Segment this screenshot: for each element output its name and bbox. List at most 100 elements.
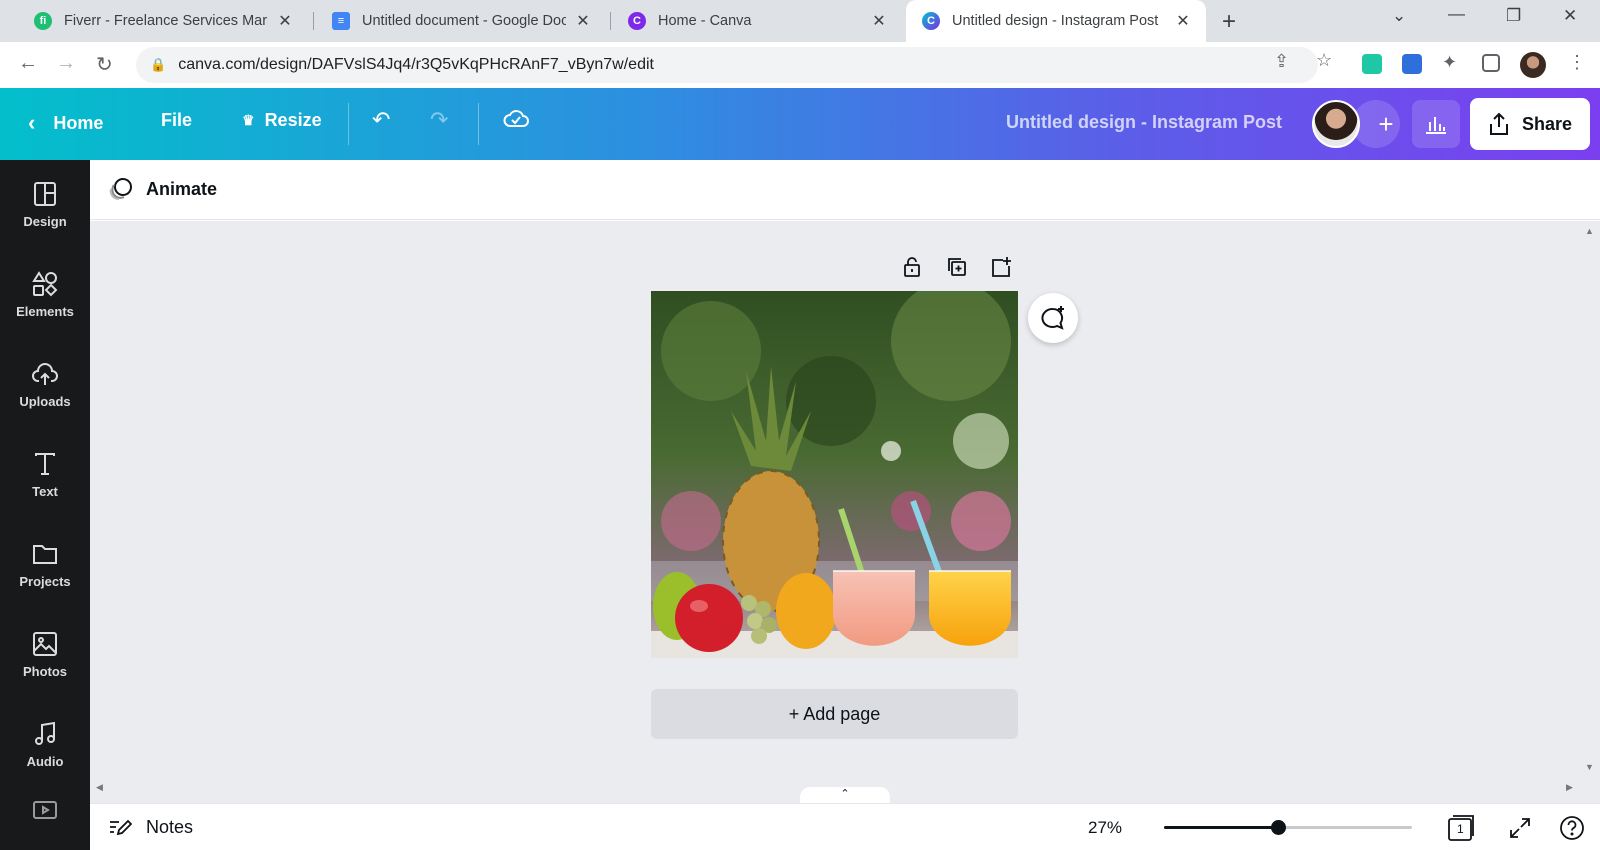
add-page-button[interactable]: + Add page xyxy=(651,689,1018,739)
shapes-icon xyxy=(32,270,58,296)
browser-tab-google-docs[interactable]: ≡ Untitled document - Google Doc ✕ xyxy=(316,0,606,42)
expand-pages-button[interactable]: ⌃ xyxy=(800,787,890,803)
close-window-icon[interactable]: ✕ xyxy=(1563,6,1577,26)
sidebar-item-text[interactable]: Text xyxy=(0,434,90,514)
extension-icon[interactable] xyxy=(1362,54,1382,74)
home-label: Home xyxy=(53,112,104,133)
restore-icon[interactable]: ❐ xyxy=(1506,6,1521,26)
undo-icon[interactable]: ↶ xyxy=(372,107,390,133)
sidebar-item-label: Text xyxy=(32,483,58,499)
text-icon xyxy=(35,452,55,475)
sidebar-item-projects[interactable]: Projects xyxy=(0,524,90,604)
url-text: canva.com/design/DAFVslS4Jq4/r3Q5vKqPHcR… xyxy=(178,56,654,73)
music-icon xyxy=(35,721,55,745)
sidebar-item-videos[interactable] xyxy=(0,790,90,830)
scroll-right-arrow-icon[interactable]: ▶ xyxy=(1566,782,1573,793)
tab-search-icon[interactable]: ⌄ xyxy=(1392,6,1406,26)
animate-icon xyxy=(109,178,132,200)
redo-icon[interactable]: ↷ xyxy=(430,107,448,133)
page-count-button[interactable]: 1 xyxy=(1446,814,1476,847)
animate-label: Animate xyxy=(146,178,218,199)
fullscreen-icon[interactable] xyxy=(1508,816,1532,845)
sidebar-item-elements[interactable]: Elements xyxy=(0,254,90,334)
canva-favicon-icon: C xyxy=(922,12,940,30)
sidebar-item-label: Projects xyxy=(19,573,71,589)
browser-tab-canva-home[interactable]: C Home - Canva ✕ xyxy=(612,0,902,42)
page-count: 1 xyxy=(1457,822,1464,836)
forward-icon[interactable]: → xyxy=(56,52,76,75)
document-title[interactable]: Untitled design - Instagram Post xyxy=(1006,112,1282,133)
fiverr-favicon-icon: fi xyxy=(34,12,52,30)
add-page-icon[interactable] xyxy=(990,256,1012,283)
puzzle-extensions-icon[interactable]: ✦ xyxy=(1442,52,1457,73)
address-bar[interactable]: 🔒 canva.com/design/DAFVslS4Jq4/r3Q5vKqPH… xyxy=(136,47,1332,83)
chevron-left-icon: ‹ xyxy=(28,110,36,135)
scroll-down-arrow-icon[interactable]: ▼ xyxy=(1585,762,1594,772)
close-tab-icon[interactable]: ✕ xyxy=(276,11,294,31)
comment-plus-icon xyxy=(1041,306,1064,330)
sidebar-item-uploads[interactable]: Uploads xyxy=(0,344,90,424)
folder-icon xyxy=(33,544,57,564)
extension-icon[interactable] xyxy=(1402,54,1422,74)
close-tab-icon[interactable]: ✕ xyxy=(870,11,888,31)
insights-button[interactable] xyxy=(1412,100,1460,148)
notes-button[interactable]: Notes xyxy=(108,816,193,838)
editor-footer: Notes 27% 1 xyxy=(90,803,1600,850)
zoom-slider-fill xyxy=(1164,826,1278,829)
scroll-up-arrow-icon[interactable]: ▲ xyxy=(1585,226,1594,236)
tab-divider xyxy=(313,12,314,30)
add-comment-button[interactable] xyxy=(1028,293,1078,343)
design-page-photo[interactable] xyxy=(651,291,1018,658)
layout-icon xyxy=(34,181,56,206)
canva-header: ‹ Home File ♛ Resize ↶ ↷ Untitled design… xyxy=(0,88,1600,160)
back-icon[interactable]: ← xyxy=(18,52,38,75)
tab-title: Fiverr - Freelance Services Marke xyxy=(64,13,268,29)
sidebar-item-photos[interactable]: Photos xyxy=(0,614,90,694)
left-sidebar: Design Elements Uploads Text Projects Ph… xyxy=(0,160,90,850)
header-divider xyxy=(478,103,479,145)
bar-chart-icon xyxy=(1426,117,1446,134)
new-tab-icon[interactable]: + xyxy=(1222,8,1236,36)
notes-label: Notes xyxy=(146,816,194,837)
close-tab-icon[interactable]: ✕ xyxy=(1174,11,1192,31)
image-icon xyxy=(33,631,57,656)
side-panel-icon[interactable] xyxy=(1482,54,1500,72)
reload-icon[interactable]: ↻ xyxy=(96,52,113,77)
lock-page-icon[interactable] xyxy=(902,256,922,283)
zoom-slider-knob[interactable] xyxy=(1271,820,1286,835)
file-menu-button[interactable]: File xyxy=(161,110,192,131)
tab-title: Untitled design - Instagram Post xyxy=(952,13,1159,29)
sidebar-item-design[interactable]: Design xyxy=(0,164,90,244)
tab-title: Untitled document - Google Doc xyxy=(362,13,566,29)
header-divider xyxy=(348,103,349,145)
more-menu-icon[interactable]: ⋮ xyxy=(1568,52,1586,73)
profile-avatar[interactable] xyxy=(1520,52,1546,78)
context-toolbar: Animate xyxy=(90,160,1600,220)
tab-divider xyxy=(610,12,611,30)
zoom-slider[interactable] xyxy=(1164,820,1412,835)
browser-tab-fiverr[interactable]: fi Fiverr - Freelance Services Marke ✕ xyxy=(18,0,308,42)
lock-icon: 🔒 xyxy=(150,57,167,72)
minimize-icon[interactable]: — xyxy=(1448,4,1465,24)
sidebar-item-label: Photos xyxy=(22,663,68,679)
bookmark-star-icon[interactable]: ☆ xyxy=(1316,50,1332,71)
close-tab-icon[interactable]: ✕ xyxy=(574,11,592,31)
sidebar-item-label: Design xyxy=(23,213,67,229)
zoom-percentage[interactable]: 27% xyxy=(1088,818,1122,838)
sidebar-item-label: Audio xyxy=(26,753,64,769)
scroll-left-arrow-icon[interactable]: ◀ xyxy=(96,782,103,793)
share-button[interactable]: Share xyxy=(1470,98,1590,150)
home-button[interactable]: ‹ Home xyxy=(28,110,103,136)
user-avatar[interactable] xyxy=(1312,100,1360,148)
animate-button[interactable]: Animate xyxy=(108,176,217,202)
resize-label: Resize xyxy=(264,110,322,130)
help-icon[interactable] xyxy=(1558,814,1586,847)
resize-button[interactable]: ♛ Resize xyxy=(242,110,322,131)
share-page-icon[interactable]: ⇪ xyxy=(1274,51,1289,72)
share-label: Share xyxy=(1521,113,1573,134)
cloud-saved-icon[interactable] xyxy=(502,107,530,137)
browser-tab-canva-design[interactable]: C Untitled design - Instagram Post ✕ xyxy=(906,0,1206,42)
browser-tab-strip: fi Fiverr - Freelance Services Marke ✕ ≡… xyxy=(0,0,1600,42)
sidebar-item-audio[interactable]: Audio xyxy=(0,704,90,784)
duplicate-page-icon[interactable] xyxy=(946,256,968,283)
